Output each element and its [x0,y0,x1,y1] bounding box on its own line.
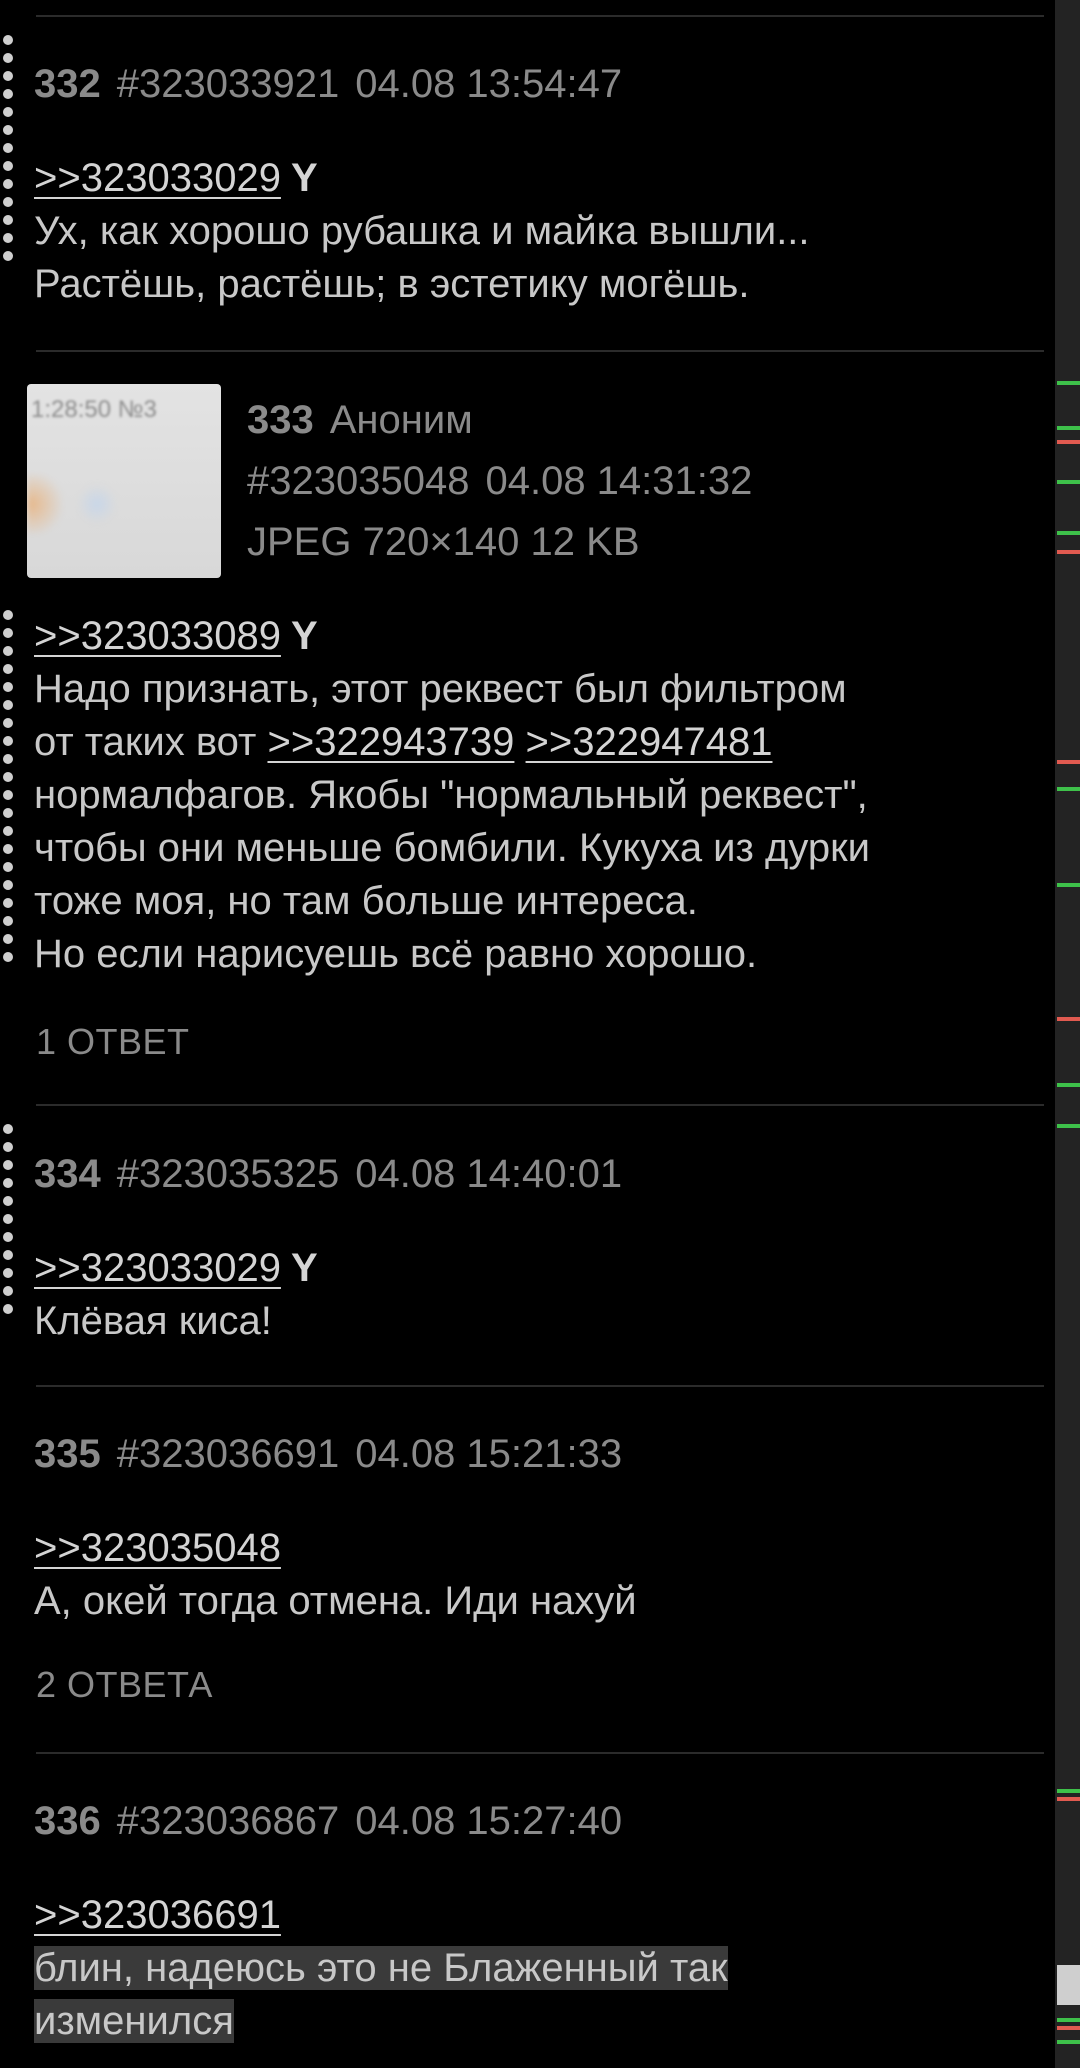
post-id[interactable]: #323035325 [117,1152,339,1196]
scroll-marker [1057,883,1080,887]
post-header: 334 #323035325 04.08 14:40:01 [34,1152,622,1197]
scroll-marker [1057,2026,1080,2030]
you-marker: Y [290,1246,318,1290]
reply-link[interactable]: >>322943739 [267,720,514,764]
post-divider [36,1752,1044,1754]
selected-text-line[interactable]: изменился [34,1999,234,2043]
scroll-marker [1057,531,1080,535]
thread-scrollbar[interactable] [1055,0,1080,2068]
post-id[interactable]: #323033921 [117,62,339,106]
reply-chain-indicator [3,1124,17,1322]
scroll-marker [1057,1124,1080,1128]
reply-link[interactable]: >>323033089 [34,614,281,658]
post-datetime: 04.08 14:40:01 [355,1152,623,1196]
scroll-marker [1057,787,1080,791]
post-number[interactable]: 335 [34,1432,101,1476]
post-text-fragment: от таких вот [34,720,268,764]
scroll-marker [1057,550,1080,554]
post-text-line: чтобы они меньше бомбили. Кукуха из дурк… [34,826,870,870]
scroll-marker [1057,480,1080,484]
post-divider [36,15,1044,17]
post-header: 332 #323033921 04.08 13:54:47 [34,62,622,107]
post-number[interactable]: 336 [34,1799,101,1843]
scroll-marker [1057,2040,1080,2044]
post-number[interactable]: 334 [34,1152,101,1196]
post-text-line: Надо признать, этот реквест был фильтром [34,667,847,711]
scroll-marker [1057,760,1080,764]
reply-link[interactable]: >>323033029 [34,156,281,200]
reply-chain-indicator [3,610,17,970]
scroll-marker [1057,426,1080,430]
post-text-line: Клёвая киса! [34,1299,272,1343]
post-text-line: А, окей тогда отмена. Иди нахуй [34,1579,637,1623]
post-datetime: 04.08 14:31:32 [485,459,753,503]
file-info: JPEG 720×140 12 KB [247,520,640,564]
post-header: 333 Аноним #323035048 04.08 14:31:32 JPEG … [247,390,752,573]
scroll-marker [1057,1017,1080,1021]
post-body: >>323033089 Y Надо признать, этот реквест… [34,610,1039,981]
replies-link[interactable]: 2 ОТВЕТА [36,1664,213,1706]
thread-list: 332 #323033921 04.08 13:54:47 >>323033029 Y… [0,0,1055,2068]
post-number[interactable]: 332 [34,62,101,106]
reply-link[interactable]: >>323033029 [34,1246,281,1290]
scroll-marker [1057,1789,1080,1793]
post-text-line: тоже моя, но там больше интереса. [34,879,698,923]
post-datetime: 04.08 13:54:47 [355,62,623,106]
replies-link[interactable]: 1 ОТВЕТ [36,1021,190,1063]
post-number[interactable]: 333 [247,398,314,442]
post-body: >>323033029 Y Ух, как хорошо рубашка и ма… [34,152,1039,311]
thumbnail-stamp: 1:28:50 №3 [31,396,157,423]
scroll-marker [1057,440,1080,444]
post-header: 335 #323036691 04.08 15:21:33 [34,1432,622,1477]
reply-link[interactable]: >>322947481 [526,720,773,764]
post-divider [36,1104,1044,1106]
reply-link[interactable]: >>323035048 [34,1526,281,1570]
post-divider [36,1385,1044,1387]
reply-link[interactable]: >>323036691 [34,1893,281,1937]
scrollbar-thumb[interactable] [1057,1965,1080,2005]
post-body: >>323033029 Y Клёвая киса! [34,1242,1039,1348]
you-marker: Y [290,614,318,658]
scroll-marker [1057,1797,1080,1801]
post-datetime: 04.08 15:27:40 [355,1799,623,1843]
post-body: >>323036691 блин, надеюсь это не Блаженн… [34,1889,1039,2048]
post-id[interactable]: #323036691 [117,1432,339,1476]
post-divider [36,350,1044,352]
reply-chain-indicator [3,35,17,269]
scroll-marker [1057,2018,1080,2022]
post-text-line: Растёшь, растёшь; в эстетику могёшь. [34,262,750,306]
poster-name: Аноним [329,398,473,442]
you-marker: Y [290,156,318,200]
post-text-line: Ух, как хорошо рубашка и майка вышли... [34,209,810,253]
post-text-line: Но если нарисуешь всё равно хорошо. [34,932,758,976]
post-text-line: нормалфагов. Якобы "нормальный реквест", [34,773,868,817]
post-body: >>323035048 А, окей тогда отмена. Иди на… [34,1522,1039,1628]
post-datetime: 04.08 15:21:33 [355,1432,623,1476]
scroll-marker [1057,381,1080,385]
post-id[interactable]: #323036867 [117,1799,339,1843]
selected-text-line[interactable]: блин, надеюсь это не Блаженный так [34,1946,728,1990]
scroll-marker [1057,1083,1080,1087]
post-id[interactable]: #323035048 [247,459,469,503]
post-header: 336 #323036867 04.08 15:27:40 [34,1799,622,1844]
image-thumbnail[interactable]: 1:28:50 №3 [27,384,221,578]
